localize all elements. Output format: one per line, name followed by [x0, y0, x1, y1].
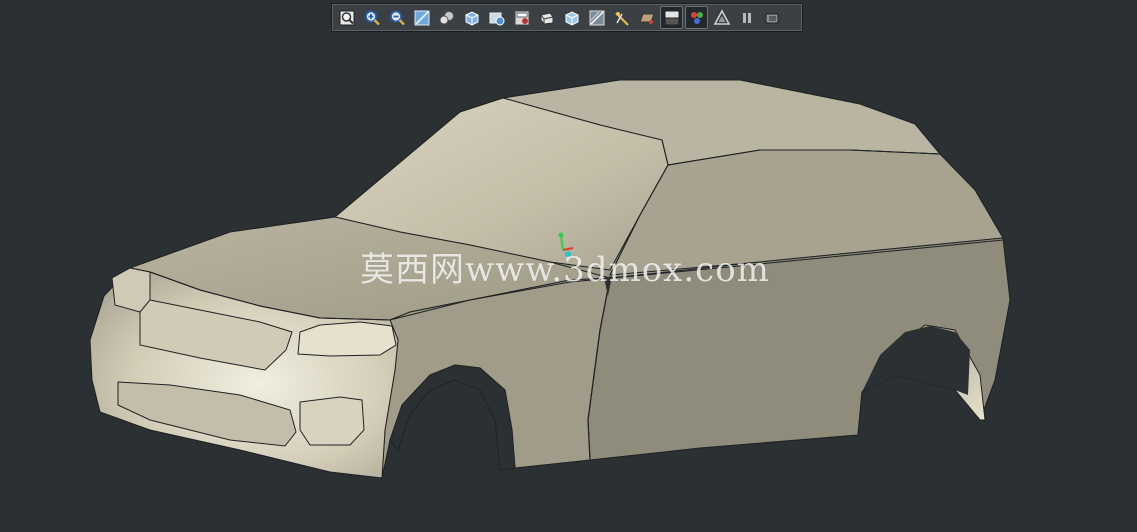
- realview-button[interactable]: [685, 6, 708, 29]
- perspective-button[interactable]: [710, 6, 733, 29]
- display-style-icon: [465, 10, 478, 26]
- zoom-in-button[interactable]: [360, 6, 383, 29]
- plane-button[interactable]: [635, 6, 658, 29]
- dynamic-annotation-button[interactable]: [610, 6, 633, 29]
- section-view-icon: [589, 10, 604, 25]
- edit-appearance-icon: [514, 10, 529, 25]
- heads-up-view-toolbar: [331, 3, 803, 32]
- pause-button[interactable]: [735, 6, 758, 29]
- zoom-out-icon: [389, 10, 405, 25]
- hide-show-icon: [489, 12, 504, 25]
- section-view-button[interactable]: [585, 6, 608, 29]
- zoom-area-icon: [414, 10, 429, 25]
- fog-light: [299, 396, 365, 446]
- hide-show-button[interactable]: [485, 6, 508, 29]
- display-style-button[interactable]: [460, 6, 483, 29]
- perspective-icon: [713, 8, 730, 25]
- dynamic-annotation-icon: [614, 11, 629, 26]
- zoom-area-button[interactable]: [410, 6, 433, 29]
- corner-light: [111, 267, 151, 313]
- view-settings-icon: [565, 10, 578, 26]
- headlight: [297, 321, 397, 357]
- shadows-button[interactable]: [660, 6, 683, 29]
- watermark-text: 莫西网www.3dmox.com: [360, 250, 770, 290]
- zoom-in-icon: [364, 10, 380, 25]
- more-button[interactable]: [760, 6, 783, 29]
- zoom-fit-icon: [339, 10, 354, 25]
- edit-appearance-button[interactable]: [510, 6, 533, 29]
- view-orientation-icon: [439, 10, 454, 24]
- more-icon: [765, 13, 778, 23]
- apply-scene-button[interactable]: [535, 6, 558, 29]
- plane-icon: [638, 13, 655, 24]
- apply-scene-icon: [540, 11, 553, 25]
- graphics-viewport[interactable]: 莫西网www.3dmox.com: [0, 0, 1137, 532]
- zoom-out-button[interactable]: [385, 6, 408, 29]
- view-settings-button[interactable]: [560, 6, 583, 29]
- zoom-fit-button[interactable]: [335, 6, 358, 29]
- shadows-icon: [664, 10, 679, 25]
- pause-icon: [742, 12, 751, 23]
- realview-icon: [690, 11, 703, 24]
- view-orientation-button[interactable]: [435, 6, 458, 29]
